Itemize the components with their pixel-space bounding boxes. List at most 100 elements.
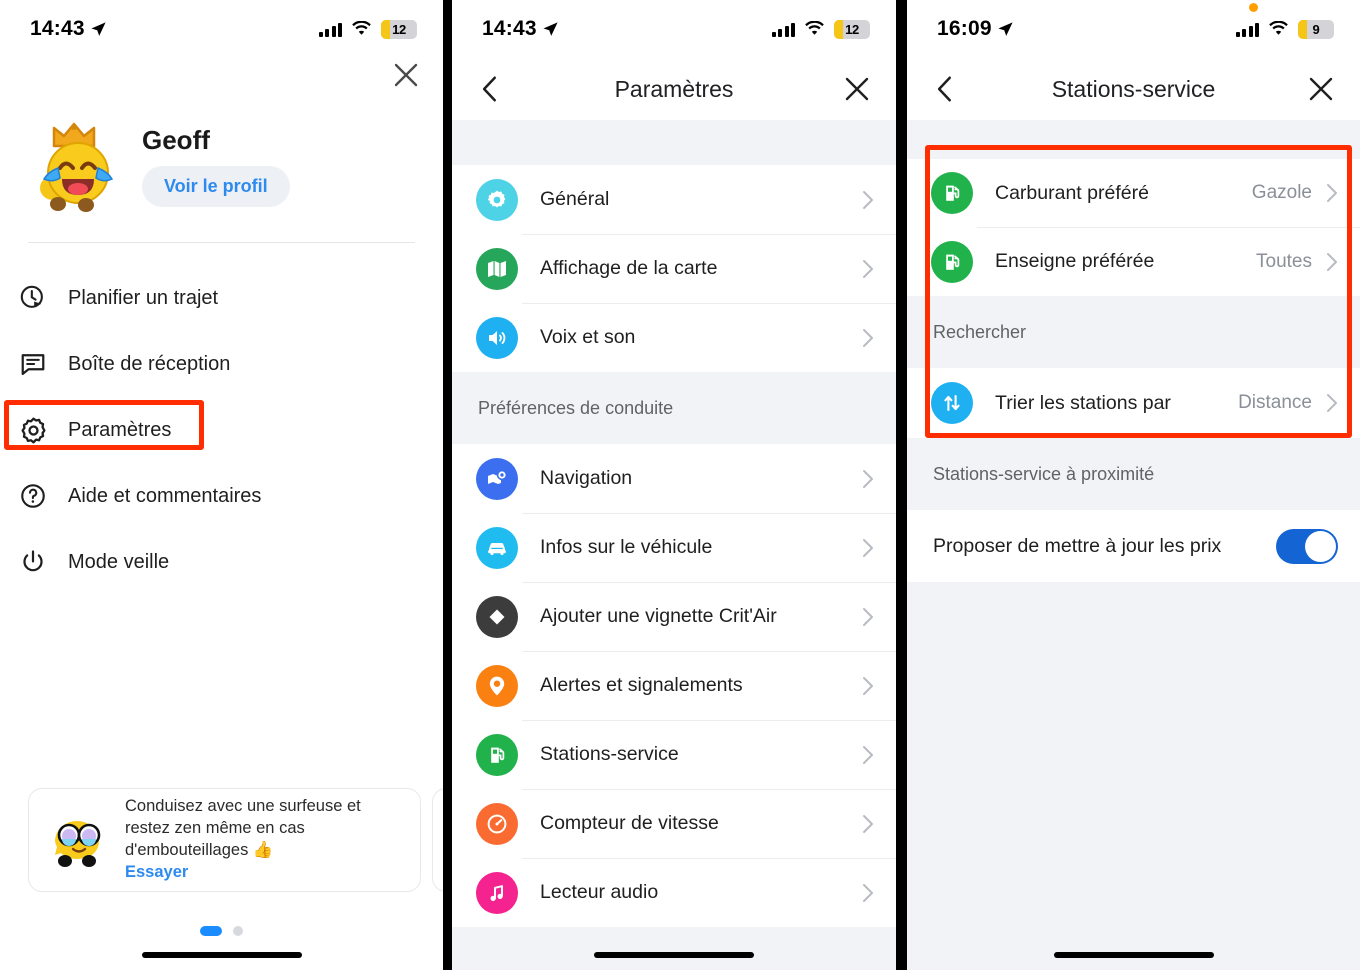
settings-row-label: Ajouter une vignette Crit'Air <box>540 605 777 627</box>
settings-row-general[interactable]: Général <box>452 165 896 234</box>
status-time: 14:43 <box>482 17 537 40</box>
alert-pin-icon <box>476 664 518 707</box>
menu-item-label: Mode veille <box>68 550 170 573</box>
menu-item-help[interactable]: Aide et commentaires <box>0 463 443 529</box>
pagination-dot[interactable] <box>233 926 243 936</box>
promo-card[interactable]: Conduisez avec une surfeuse et restez ze… <box>28 788 421 892</box>
settings-row-speedometer[interactable]: Compteur de vitesse <box>452 789 896 858</box>
menu-item-sleep-mode[interactable]: Mode veille <box>0 529 443 595</box>
status-bar: 14:43 12 <box>452 0 896 58</box>
inbox-message-icon <box>18 349 48 379</box>
settings-row-voice-sound[interactable]: Voix et son <box>452 303 896 372</box>
status-bar-right: 12 <box>318 19 417 39</box>
settings-row-preferred-fuel[interactable]: Carburant préféré Gazole <box>907 159 1360 227</box>
location-arrow-icon <box>998 21 1013 36</box>
fuel-pump-icon <box>931 240 973 283</box>
wazer-sunglasses-icon <box>55 821 101 867</box>
battery-indicator: 12 <box>834 19 870 39</box>
chevron-right-icon <box>863 538 873 557</box>
status-time: 14:43 <box>30 17 85 40</box>
chevron-right-icon <box>863 259 873 278</box>
promo-message: Conduisez avec une surfeuse et restez ze… <box>125 796 361 859</box>
promo-text-block: Conduisez avec une surfeuse et restez ze… <box>125 796 406 884</box>
chevron-right-icon <box>1327 394 1337 412</box>
crowned-laughing-emoji-avatar[interactable] <box>24 116 132 216</box>
section-gap <box>907 120 1360 159</box>
menu-item-label: Planifier un trajet <box>68 286 219 309</box>
panel-waze-side-menu: 14:43 12 Geoff Voir le profil Planifier … <box>0 0 443 970</box>
car-icon <box>476 526 518 569</box>
carousel-pagination <box>0 926 443 936</box>
panel-settings: 14:43 12 Paramètres Général Affichage de… <box>452 0 896 970</box>
settings-row-sort-stations[interactable]: Trier les stations par Distance <box>907 368 1360 438</box>
settings-row-value: Toutes <box>1256 250 1312 272</box>
settings-row-label: Général <box>540 188 610 210</box>
panel1-close-bar <box>0 58 443 110</box>
status-bar: 16:09 9 <box>907 0 1360 58</box>
back-chevron-icon[interactable] <box>931 74 961 104</box>
fuel-pump-icon <box>476 733 518 776</box>
chevron-right-icon <box>863 190 873 209</box>
settings-row-audio-player[interactable]: Lecteur audio <box>452 858 896 927</box>
promo-carousel: Conduisez avec une surfeuse et restez ze… <box>0 788 443 908</box>
profile-section: Geoff Voir le profil <box>0 110 443 222</box>
settings-row-alerts-reports[interactable]: Alertes et signalements <box>452 651 896 720</box>
home-indicator <box>594 952 754 958</box>
pagination-dot-active[interactable] <box>200 926 222 936</box>
toggle-knob <box>1305 530 1336 562</box>
settings-row-preferred-brand[interactable]: Enseigne préférée Toutes <box>907 227 1360 296</box>
section-header-notifications-cut: Notifications <box>452 927 896 970</box>
side-menu-list: Planifier un trajet Boîte de réception P… <box>0 265 443 595</box>
status-bar-right: 9 <box>1235 2 1334 39</box>
page-title: Stations-service <box>1051 75 1216 102</box>
menu-item-label: Boîte de réception <box>68 352 231 375</box>
chevron-right-icon <box>1327 184 1337 202</box>
settings-row-gas-stations[interactable]: Stations-service <box>452 720 896 789</box>
cellular-signal-icon <box>771 22 795 37</box>
settings-row-vehicle-info[interactable]: Infos sur le véhicule <box>452 513 896 582</box>
nav-header: Stations-service <box>907 58 1360 120</box>
menu-item-settings[interactable]: Paramètres <box>0 397 443 463</box>
speedometer-icon <box>476 802 518 845</box>
wifi-icon <box>805 21 824 35</box>
settings-row-crit-air[interactable]: Ajouter une vignette Crit'Air <box>452 582 896 651</box>
gear-icon <box>18 415 48 445</box>
view-profile-button[interactable]: Voir le profil <box>142 166 290 207</box>
menu-item-inbox[interactable]: Boîte de réception <box>0 331 443 397</box>
back-chevron-icon[interactable] <box>476 74 506 104</box>
chevron-right-icon <box>1327 252 1337 271</box>
chevron-right-icon <box>863 745 873 764</box>
price-update-toggle[interactable] <box>1276 528 1338 564</box>
close-icon[interactable] <box>842 74 872 104</box>
battery-percent: 12 <box>392 21 406 37</box>
chevron-right-icon <box>863 607 873 626</box>
settings-row-label: Alertes et signalements <box>540 674 743 696</box>
close-icon[interactable] <box>1306 74 1336 104</box>
section-gap <box>452 120 896 165</box>
music-note-icon <box>476 871 518 914</box>
promo-cta-link[interactable]: Essayer <box>125 862 406 884</box>
cellular-signal-icon <box>318 22 342 37</box>
divider <box>28 242 415 243</box>
map-icon <box>476 247 518 290</box>
menu-item-plan-trip[interactable]: Planifier un trajet <box>0 265 443 331</box>
status-bar: 14:43 12 <box>0 0 443 58</box>
promo-card-next[interactable] <box>432 788 443 892</box>
close-icon[interactable] <box>391 60 421 90</box>
settings-row-label: Carburant préféré <box>995 181 1149 204</box>
settings-row-navigation[interactable]: Navigation <box>452 444 896 513</box>
settings-row-price-update-toggle[interactable]: Proposer de mettre à jour les prix <box>907 510 1360 582</box>
home-indicator <box>1053 952 1214 958</box>
profile-name: Geoff <box>142 125 210 155</box>
settings-row-label: Enseigne préférée <box>995 250 1155 272</box>
status-bar-left: 16:09 <box>937 17 1014 41</box>
menu-item-label: Aide et commentaires <box>68 484 262 507</box>
settings-row-map-display[interactable]: Affichage de la carte <box>452 234 896 303</box>
settings-row-label: Voix et son <box>540 326 636 348</box>
location-arrow-icon <box>91 21 106 36</box>
settings-row-label: Affichage de la carte <box>540 257 718 279</box>
chevron-right-icon <box>863 469 873 488</box>
chevron-right-icon <box>863 883 873 902</box>
gear-icon <box>476 178 518 221</box>
settings-row-label: Stations-service <box>540 743 679 765</box>
